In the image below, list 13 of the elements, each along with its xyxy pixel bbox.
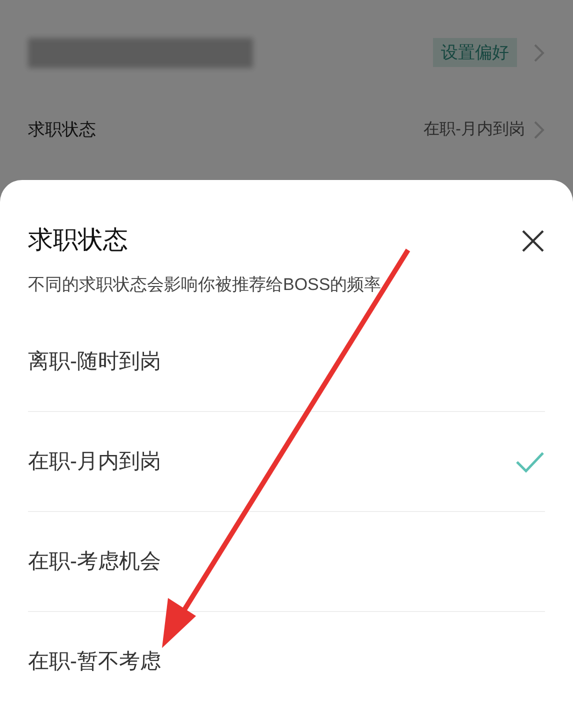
- status-value: 在职-月内到岗: [424, 120, 525, 140]
- option-label: 在职-考虑机会: [28, 548, 161, 575]
- chevron-right-icon: [533, 42, 545, 62]
- option-label: 在职-暂不考虑: [28, 649, 161, 676]
- option-label: 离职-随时到岗: [28, 348, 161, 375]
- sheet-title: 求职状态: [28, 225, 128, 256]
- close-icon[interactable]: [521, 228, 545, 253]
- sheet-subtitle: 不同的求职状态会影响你被推荐给BOSS的频率: [28, 274, 382, 296]
- status-label: 求职状态: [28, 119, 96, 142]
- status-option[interactable]: 在职-月内到岗: [28, 446, 161, 478]
- status-option[interactable]: 在职-暂不考虑: [28, 612, 545, 708]
- status-option[interactable]: 离职-随时到岗: [28, 312, 545, 412]
- chevron-right-icon: [533, 120, 545, 140]
